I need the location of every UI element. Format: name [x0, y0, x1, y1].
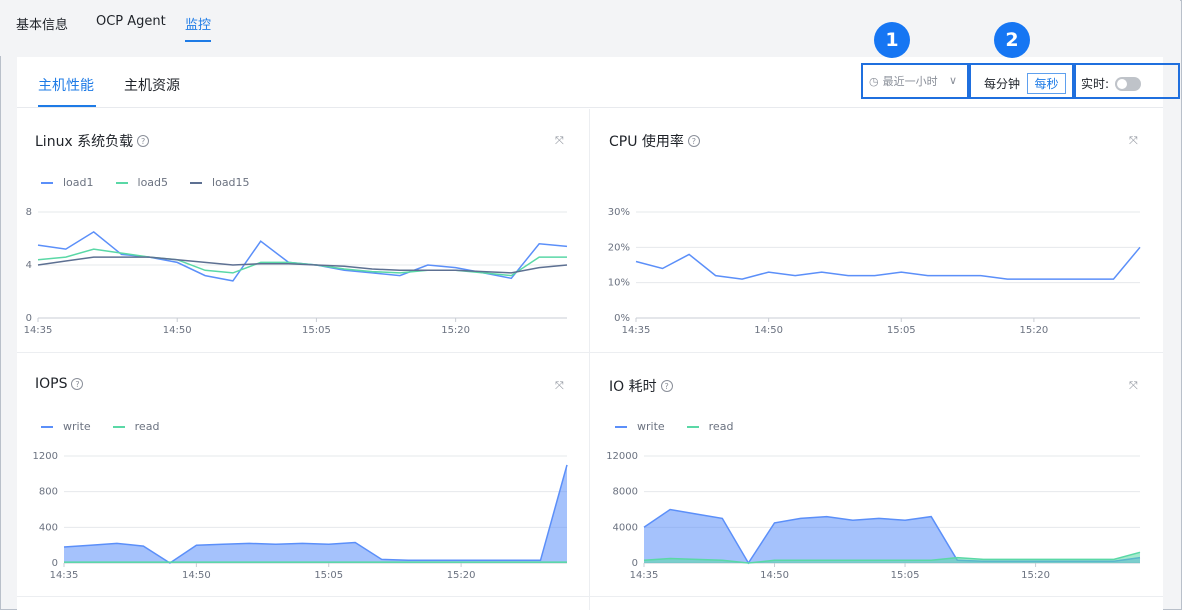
legend-item[interactable]: load15: [190, 176, 250, 189]
chevron-down-icon[interactable]: ∨: [949, 74, 957, 87]
grid-divider-bottom: [17, 596, 1163, 597]
expand-icon[interactable]: ⤧: [555, 134, 564, 148]
subtab-host-performance[interactable]: 主机性能: [38, 75, 94, 95]
toggle-knob: [1117, 79, 1127, 89]
legend-io-time: write read: [615, 420, 755, 433]
chart-title-cpu: CPU 使用率 ?: [609, 131, 700, 151]
badge-1: 1: [874, 22, 910, 58]
chart-title-io-time: IO 耗时 ?: [609, 376, 673, 396]
expand-icon[interactable]: ⤧: [1129, 134, 1138, 148]
legend-item[interactable]: load1: [41, 176, 94, 189]
legend-iops: write read: [41, 420, 181, 433]
chart-title-linux-load: Linux 系统负载 ?: [35, 131, 150, 151]
chart-title-text: Linux 系统负载: [35, 134, 134, 150]
expand-icon[interactable]: ⤧: [1129, 379, 1138, 393]
chart-title-text: CPU 使用率: [609, 134, 684, 150]
chart-title-text: IO 耗时: [609, 379, 657, 395]
clock-icon: ◷: [869, 74, 879, 88]
grid-divider-vertical: [589, 109, 590, 610]
chart-title-text: IOPS: [35, 376, 68, 392]
badge-2: 2: [994, 22, 1030, 58]
help-icon[interactable]: ?: [71, 378, 84, 390]
tab-monitor-underline: [185, 40, 211, 42]
tab-ocp-agent[interactable]: OCP Agent: [96, 14, 166, 29]
legend-item[interactable]: read: [112, 420, 159, 433]
help-icon[interactable]: ?: [687, 135, 700, 147]
legend-item[interactable]: write: [41, 420, 91, 433]
time-range-select[interactable]: ◷ 最近一小时: [869, 73, 938, 89]
legend-item[interactable]: load5: [115, 176, 168, 189]
chart-title-iops: IOPS ?: [35, 376, 84, 392]
subtab-host-resources[interactable]: 主机资源: [124, 75, 180, 95]
legend-linux-load: load1 load5 load15: [41, 176, 272, 189]
granularity-minute[interactable]: 每分钟: [979, 73, 1025, 94]
monitor-panel: 主机性能 主机资源: [17, 57, 1163, 610]
help-icon[interactable]: ?: [660, 380, 673, 392]
legend-item[interactable]: write: [615, 420, 665, 433]
realtime-toggle[interactable]: [1115, 77, 1141, 91]
granularity-second[interactable]: 每秒: [1027, 73, 1066, 94]
expand-icon[interactable]: ⤧: [555, 379, 564, 393]
time-range-value: 最近一小时: [882, 75, 938, 88]
help-icon[interactable]: ?: [137, 135, 150, 147]
grid-divider-horizontal: [17, 352, 1163, 353]
legend-item[interactable]: read: [686, 420, 733, 433]
subtab-divider: [17, 107, 1163, 108]
tab-monitor[interactable]: 监控: [185, 14, 211, 33]
tab-basic-info[interactable]: 基本信息: [16, 14, 68, 33]
realtime-label: 实时:: [1081, 77, 1110, 91]
